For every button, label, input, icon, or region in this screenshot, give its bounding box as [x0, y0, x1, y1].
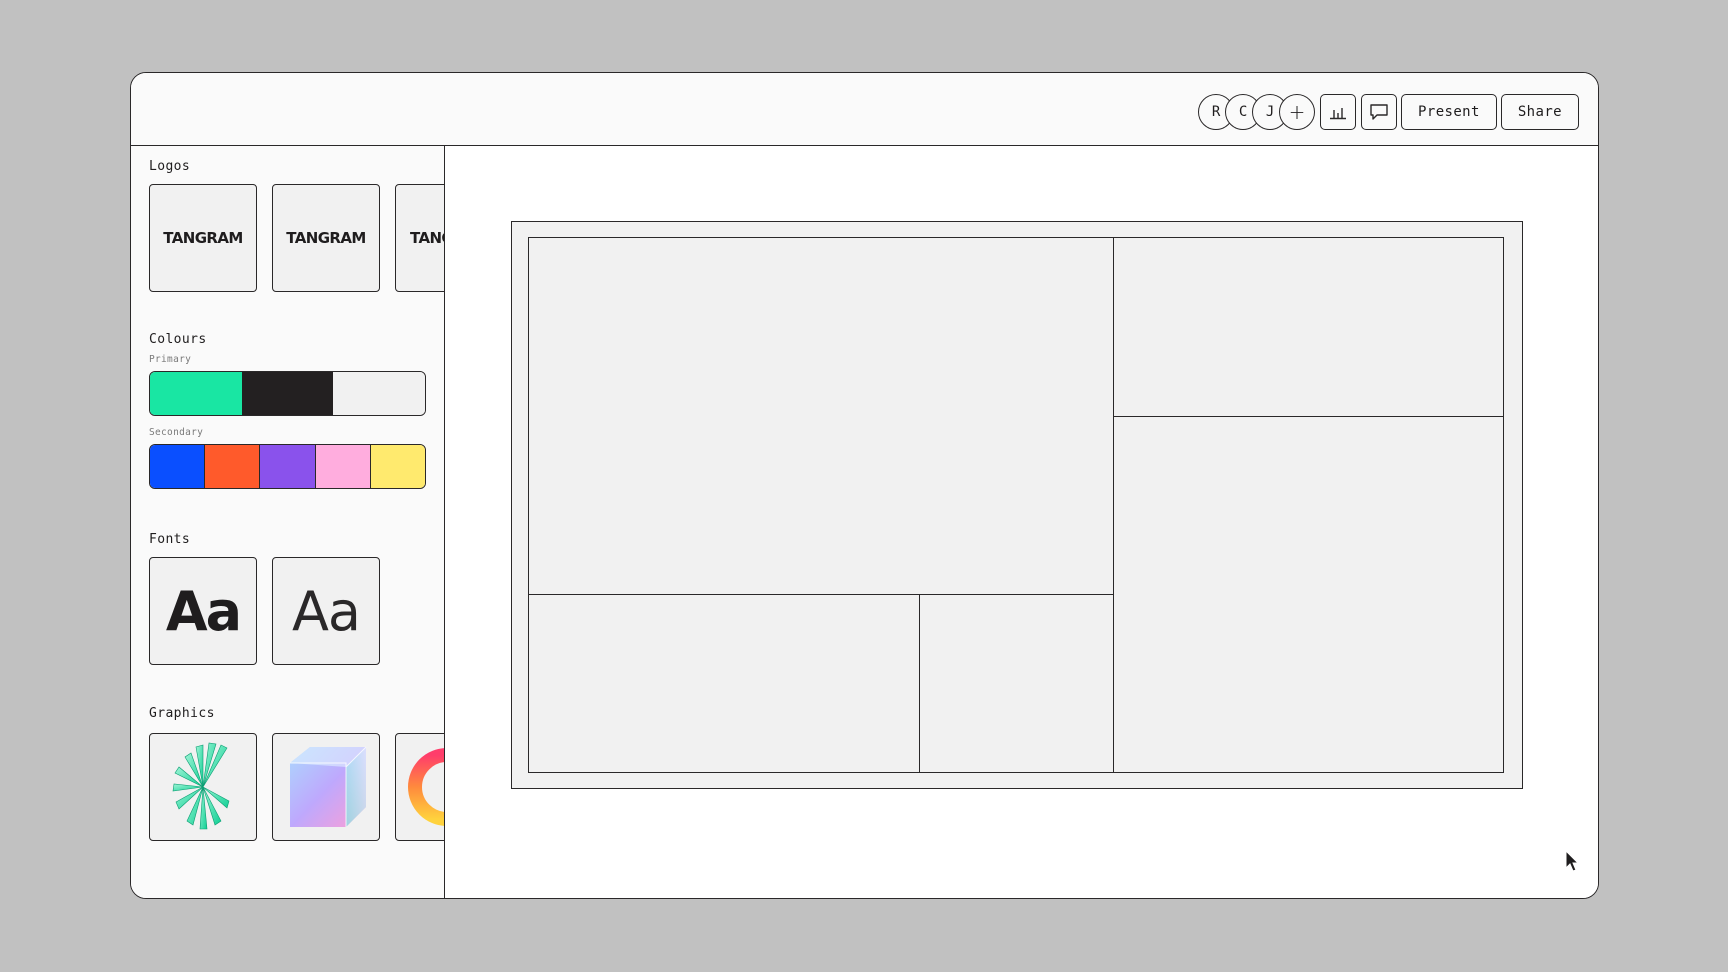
toolbar: R C J + Present Share [1198, 94, 1579, 130]
logo-tile[interactable]: TANGRAM [395, 184, 444, 292]
secondary-colours-label: Secondary [149, 427, 204, 438]
graphic-tile[interactable] [149, 733, 257, 841]
logo-tile[interactable]: TANGRAM [149, 184, 257, 292]
font-tile-bold[interactable]: Aa [149, 557, 257, 665]
primary-colours-label: Primary [149, 354, 192, 365]
colours-section-title: Colours [149, 332, 207, 347]
primary-colour-bar [149, 371, 426, 416]
share-button[interactable]: Share [1500, 94, 1579, 130]
gradient-ring-graphic [408, 748, 444, 826]
logos-section-title: Logos [149, 159, 191, 174]
add-collaborator-button[interactable]: + [1279, 94, 1316, 130]
grid-panel[interactable] [1113, 237, 1504, 417]
logo-wordmark: TANGRAM [410, 229, 444, 247]
grid-panel[interactable] [528, 237, 1114, 595]
colour-swatch[interactable] [241, 372, 334, 415]
mouse-cursor-icon [1565, 850, 1580, 872]
logo-tile[interactable]: TANGRAM [272, 184, 380, 292]
graphic-tile[interactable] [272, 733, 380, 841]
brand-assets-sidebar: Logos TANGRAM TANGRAM TANGRAM Colours Pr… [131, 146, 445, 898]
top-bar: R C J + Present Share [131, 73, 1598, 146]
present-button[interactable]: Present [1401, 94, 1497, 130]
grid-panel[interactable] [528, 594, 920, 773]
grid-panel[interactable] [919, 594, 1114, 773]
logo-wordmark: TANGRAM [286, 229, 366, 247]
fan-ribbon-graphic [172, 742, 230, 830]
logos-row: TANGRAM TANGRAM TANGRAM [149, 184, 444, 292]
app-window: R C J + Present Share Logos TANGRAM TANG… [130, 72, 1599, 899]
colour-swatch[interactable] [204, 445, 260, 488]
font-tile-light[interactable]: Aa [272, 557, 380, 665]
graphic-tile[interactable] [395, 733, 444, 841]
colour-swatch[interactable] [259, 445, 315, 488]
font-sample: Aa [291, 579, 361, 643]
fonts-row: Aa Aa [149, 557, 380, 665]
speech-bubble-icon [1370, 104, 1388, 120]
graphics-section-title: Graphics [149, 706, 215, 721]
colour-swatch[interactable] [369, 445, 425, 488]
colour-swatch[interactable] [150, 372, 242, 415]
grid-panel[interactable] [1113, 416, 1504, 773]
colour-swatch[interactable] [314, 445, 370, 488]
layout-frame[interactable] [511, 221, 1523, 789]
colour-swatch[interactable] [150, 445, 205, 488]
font-sample: Aa [165, 579, 242, 643]
bar-chart-icon [1330, 108, 1347, 120]
glass-cube-graphic [290, 746, 367, 827]
graphics-row [149, 733, 444, 841]
secondary-colour-bar [149, 444, 426, 489]
logo-wordmark: TANGRAM [163, 229, 243, 247]
comments-button[interactable] [1361, 94, 1398, 130]
analytics-button[interactable] [1320, 94, 1357, 130]
colour-swatch[interactable] [333, 372, 425, 415]
fonts-section-title: Fonts [149, 532, 191, 547]
